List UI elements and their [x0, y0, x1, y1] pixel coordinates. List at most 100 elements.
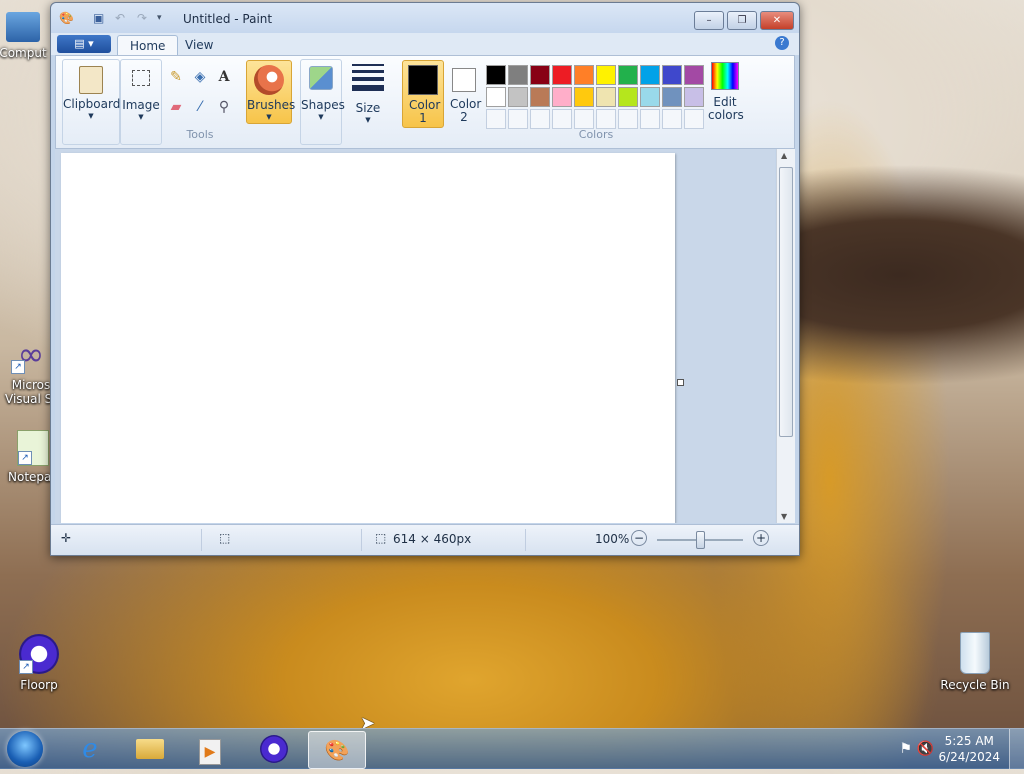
palette-swatch[interactable]: [486, 87, 506, 107]
magnifier-icon[interactable]: ⚲: [214, 97, 234, 117]
shapes-button[interactable]: Shapes ▼: [301, 64, 345, 121]
taskbar-internet-explorer[interactable]: e: [62, 731, 118, 767]
help-icon[interactable]: ?: [775, 36, 789, 50]
drawing-canvas[interactable]: [61, 153, 675, 523]
chevron-down-icon: ▼: [88, 112, 94, 120]
visual-studio-icon: ∞ ↗: [11, 334, 51, 374]
undo-icon[interactable]: ↶: [115, 11, 125, 27]
size-lines-icon: [352, 64, 384, 91]
edit-colors-icon: [711, 62, 739, 90]
redo-icon[interactable]: ↷: [137, 11, 147, 27]
palette-swatch[interactable]: [508, 87, 528, 107]
scroll-down-icon[interactable]: ▼: [781, 512, 787, 521]
custom-color-slot[interactable]: [662, 109, 682, 129]
color-picker-icon[interactable]: ⁄: [190, 97, 210, 117]
custom-color-slot[interactable]: [530, 109, 550, 129]
size-button[interactable]: Size ▼: [348, 62, 388, 124]
shortcut-arrow-icon: ↗: [19, 660, 33, 674]
start-button[interactable]: [7, 731, 43, 767]
brushes-button[interactable]: Brushes ▼: [246, 60, 296, 124]
palette-swatch[interactable]: [618, 87, 638, 107]
colors-group: Colors: [484, 59, 708, 143]
taskbar-paint[interactable]: 🎨: [308, 731, 366, 769]
palette-swatch[interactable]: [596, 65, 616, 85]
desktop-icon-recycle-bin[interactable]: Recycle Bin: [938, 632, 1012, 692]
palette-swatch[interactable]: [596, 87, 616, 107]
tab-home[interactable]: Home: [117, 35, 179, 56]
eraser-icon[interactable]: ▰: [166, 97, 186, 117]
action-center-icon[interactable]: ⚑: [899, 741, 912, 757]
taskbar-media-player[interactable]: ▶: [182, 731, 238, 767]
palette-swatch[interactable]: [662, 87, 682, 107]
paint-menu-button[interactable]: ▤ ▾: [57, 35, 111, 53]
colors-group-label: Colors: [578, 128, 614, 141]
taskbar-file-explorer[interactable]: [122, 731, 178, 767]
scroll-up-icon[interactable]: ▲: [781, 151, 787, 160]
palette-swatch[interactable]: [552, 65, 572, 85]
minimize-button[interactable]: –: [694, 11, 724, 30]
palette-swatch[interactable]: [618, 65, 638, 85]
custom-color-slot[interactable]: [640, 109, 660, 129]
palette-swatch[interactable]: [552, 87, 572, 107]
paint-app-icon[interactable]: 🎨: [59, 11, 74, 27]
floorp-icon: [260, 735, 288, 763]
color2-button[interactable]: Color 2: [446, 60, 482, 126]
palette-swatch[interactable]: [640, 87, 660, 107]
custom-color-slot[interactable]: [596, 109, 616, 129]
custom-color-slot[interactable]: [574, 109, 594, 129]
desktop-icon-floorp[interactable]: ↗ Floorp: [2, 634, 76, 692]
zoom-slider-thumb[interactable]: [696, 531, 705, 549]
custom-color-slot[interactable]: [552, 109, 572, 129]
clipboard-button[interactable]: Clipboard ▼: [63, 66, 120, 120]
internet-explorer-icon: e: [82, 734, 98, 764]
window-title: Untitled - Paint: [183, 12, 273, 26]
maximize-button[interactable]: ❐: [727, 11, 757, 30]
image-label: Image: [122, 98, 160, 112]
zoom-in-icon[interactable]: +: [753, 530, 769, 546]
pencil-icon[interactable]: ✎: [166, 67, 186, 87]
color2-swatch: [452, 68, 476, 92]
volume-muted-icon[interactable]: 🔇: [917, 741, 934, 757]
chevron-down-icon: ▼: [365, 116, 371, 124]
close-button[interactable]: ✕: [760, 11, 794, 30]
palette-swatch[interactable]: [530, 87, 550, 107]
ribbon-home: Clipboard ▼ Image ▼ ✎ ◈ A ▰ ⁄ ⚲ Tools Br…: [55, 55, 795, 149]
image-group: Image ▼: [120, 59, 162, 145]
chevron-down-icon: ▼: [266, 113, 272, 121]
fill-icon[interactable]: ◈: [190, 67, 210, 87]
status-bar: ✛ ⬚ ⬚ 614 × 460px 100% − +: [51, 524, 799, 555]
canvas-resize-handle[interactable]: [677, 379, 684, 386]
custom-color-slot[interactable]: [508, 109, 528, 129]
palette-swatch[interactable]: [574, 87, 594, 107]
palette-swatch[interactable]: [640, 65, 660, 85]
brushes-label: Brushes: [247, 98, 296, 112]
shortcut-arrow-icon: ↗: [18, 451, 32, 465]
customize-qat-icon[interactable]: ▾: [157, 13, 162, 29]
zoom-out-icon[interactable]: −: [631, 530, 647, 546]
palette-swatch[interactable]: [574, 65, 594, 85]
edit-colors-button[interactable]: Edit colors: [706, 60, 744, 122]
palette-swatch[interactable]: [486, 65, 506, 85]
clipboard-icon: [79, 66, 103, 94]
shapes-group: Shapes ▼: [300, 59, 345, 145]
palette-swatch[interactable]: [662, 65, 682, 85]
palette-swatch[interactable]: [684, 65, 704, 85]
image-button[interactable]: Image ▼: [121, 66, 161, 121]
clock[interactable]: 5:25 AM 6/24/2024: [938, 733, 1000, 765]
custom-color-slot[interactable]: [618, 109, 638, 129]
color1-button[interactable]: Color 1: [402, 60, 444, 128]
save-icon[interactable]: ▣: [93, 11, 104, 27]
vertical-scrollbar[interactable]: ▲ ▼: [776, 149, 795, 523]
palette-swatch[interactable]: [530, 65, 550, 85]
palette-swatch[interactable]: [508, 65, 528, 85]
text-icon[interactable]: A: [214, 67, 234, 87]
custom-color-slot[interactable]: [684, 109, 704, 129]
cursor-position-icon: ✛: [61, 531, 72, 545]
taskbar-floorp[interactable]: [246, 731, 302, 767]
show-desktop-button[interactable]: [1009, 729, 1024, 769]
palette-swatch[interactable]: [684, 87, 704, 107]
tab-view[interactable]: View: [173, 35, 225, 55]
scrollbar-thumb[interactable]: [779, 167, 793, 437]
custom-color-slot[interactable]: [486, 109, 506, 129]
shapes-icon: [309, 66, 333, 90]
